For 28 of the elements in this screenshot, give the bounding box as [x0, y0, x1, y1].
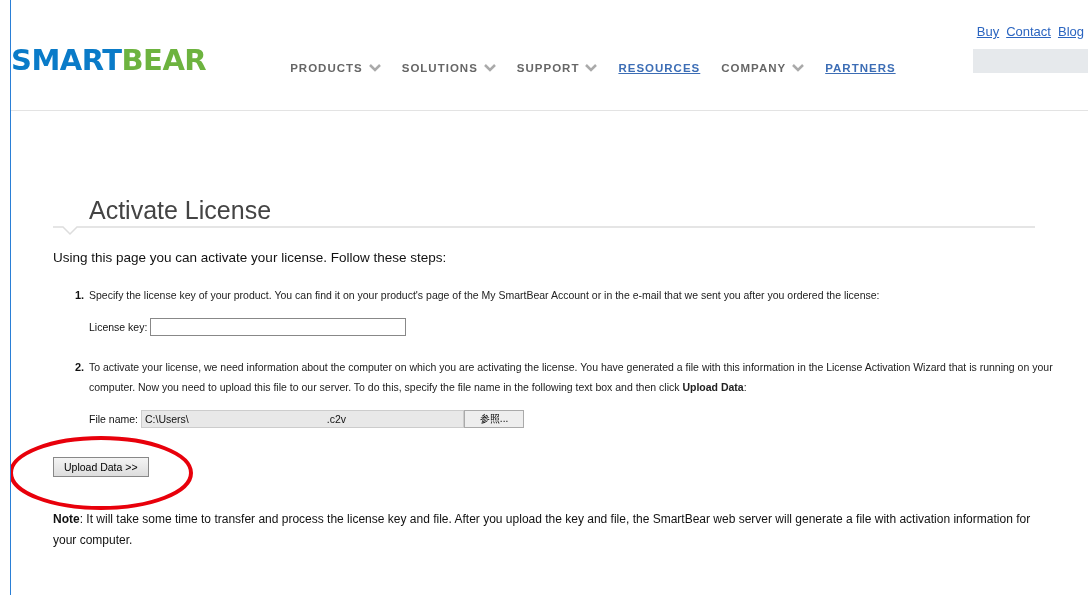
top-link[interactable]: Contact	[1006, 24, 1051, 39]
step-number: 2.	[75, 360, 86, 375]
top-link[interactable]: Blog	[1057, 24, 1084, 39]
field-label: File name:	[89, 413, 139, 425]
nav-menu[interactable]: PRODUCTS	[290, 62, 381, 74]
search-field[interactable]	[973, 49, 1088, 73]
intro-text: Using this page you can activate your license. Follow these steps:	[53, 250, 448, 265]
nav-link[interactable]: RESOURCES	[618, 62, 701, 74]
chevron-icon	[792, 64, 805, 72]
step-number: 1.	[75, 288, 86, 303]
chevron-icon	[483, 64, 496, 72]
upload-data-button[interactable]: Upload Data >>	[53, 457, 149, 477]
field-label: License key:	[89, 321, 148, 333]
nav-menu[interactable]: COMPANY	[721, 62, 805, 74]
license-key-field[interactable]	[150, 318, 407, 336]
nav-link[interactable]: PARTNERS	[825, 62, 896, 74]
page-title: Activate License	[89, 195, 273, 225]
logo[interactable]: SMARTBEAR	[11, 43, 207, 77]
note-text: Note: It will take some time to transfer and process the license key and file. After you upload the key and file, the SmartBear web server will generate a file with activation information for your computer.	[53, 511, 1032, 549]
file-name-field[interactable]: C:\Users\ .c2v	[141, 410, 465, 428]
chevron-icon	[368, 64, 381, 72]
step-text: Specify the license key of your product. You can find it on your product's page of the My SmartBear Account or in the e-mail that we sent you after you ordered the license:	[89, 288, 881, 303]
chevron-icon	[585, 64, 598, 72]
browse-button[interactable]: 参照...	[464, 410, 525, 428]
nav-menu[interactable]: SUPPORT	[516, 62, 598, 74]
nav-menu[interactable]: SOLUTIONS	[401, 62, 496, 74]
step-text: To activate your license, we need information about the computer on which you are activating the license. You have generated a file with this information in the License Activation Wizard that is running on your computer. Now you need to upload this file to our server. To do this, specify the file name in the following text box and then click Upload Data:	[89, 360, 1054, 395]
top-link[interactable]: Buy	[976, 24, 1000, 39]
